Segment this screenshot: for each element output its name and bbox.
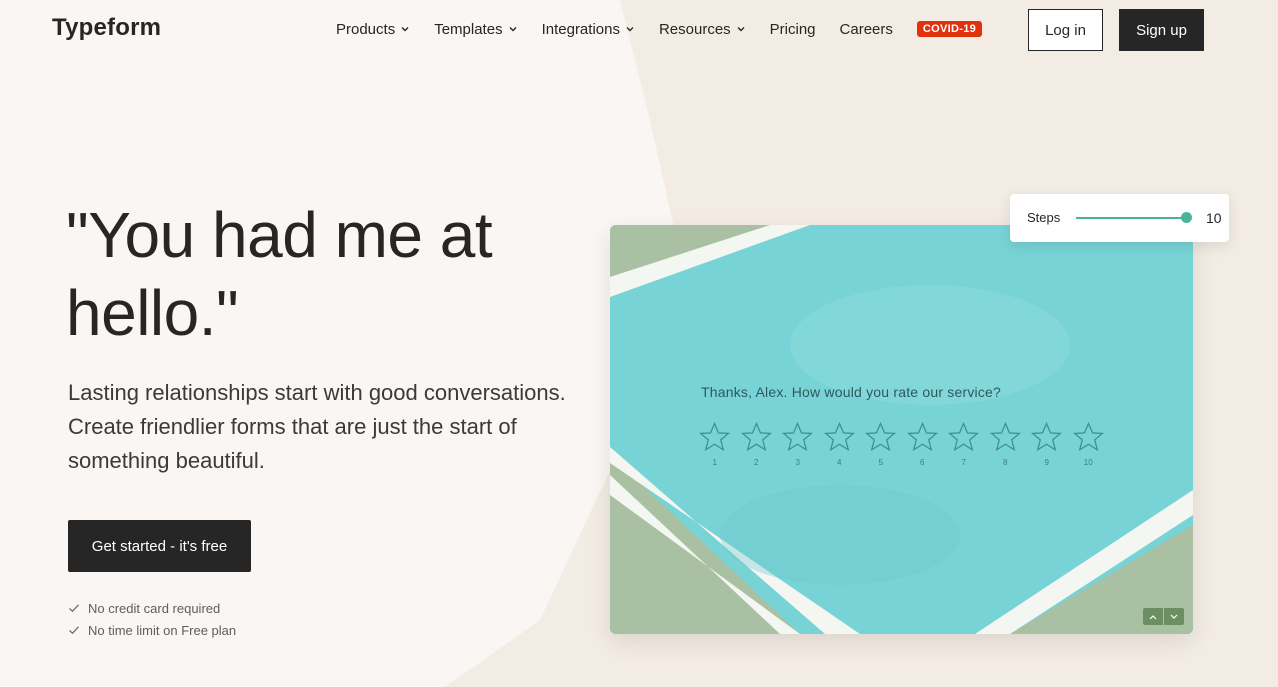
nav-label: Careers <box>839 20 893 38</box>
nav-integrations[interactable]: Integrations <box>542 21 635 38</box>
steps-slider-thumb[interactable] <box>1181 212 1192 223</box>
hero-headline: "You had me at hello." <box>66 199 493 349</box>
star-option[interactable]: 6 <box>905 420 941 467</box>
steps-widget: Steps 10 <box>1010 194 1229 242</box>
arrow-up-icon <box>1149 614 1157 619</box>
star-outline-icon <box>1072 421 1104 452</box>
star-outline-icon <box>906 421 938 452</box>
steps-slider-track[interactable] <box>1076 217 1188 219</box>
steps-value: 10 <box>1206 210 1222 226</box>
star-number: 3 <box>795 458 800 467</box>
check-icon <box>69 626 79 635</box>
star-option[interactable]: 9 <box>1029 420 1065 467</box>
nav-label: Integrations <box>541 20 620 38</box>
covid-badge[interactable]: COVID-19 <box>916 21 983 37</box>
nav-templates[interactable]: Templates <box>434 21 517 38</box>
form-question: Thanks, Alex. How would you rate our ser… <box>701 384 1002 400</box>
chevron-down-icon <box>626 27 634 32</box>
next-question-button[interactable] <box>1164 608 1184 625</box>
star-number: 1 <box>712 458 717 467</box>
login-button[interactable]: Log in <box>1028 9 1103 51</box>
star-outline-icon <box>865 421 897 452</box>
nav-label: Templates <box>434 20 503 38</box>
nav-pricing[interactable]: Pricing <box>770 21 816 38</box>
star-outline-icon <box>782 421 814 452</box>
signup-button[interactable]: Sign up <box>1119 9 1204 51</box>
star-rating: 1 2 3 4 5 6 7 8 9 10 <box>697 420 1106 467</box>
steps-label: Steps <box>1027 210 1061 225</box>
nav-products[interactable]: Products <box>336 21 410 38</box>
star-number: 2 <box>754 458 759 467</box>
form-preview: Thanks, Alex. How would you rate our ser… <box>610 225 1193 634</box>
hero-subtext: Lasting relationships start with good co… <box>68 380 566 473</box>
nav-label: Pricing <box>769 20 816 38</box>
logo[interactable]: Typeform <box>52 14 161 42</box>
check-icon <box>69 604 79 613</box>
nav-label: Products <box>336 20 396 38</box>
get-started-button[interactable]: Get started - it's free <box>68 520 251 572</box>
star-number: 10 <box>1083 458 1093 467</box>
nav-label: Resources <box>658 20 731 38</box>
form-nav-arrows <box>1143 608 1184 625</box>
check-label: No time limit on Free plan <box>88 622 237 638</box>
main-nav: Products Templates Integrations Resource… <box>336 19 983 39</box>
star-option[interactable]: 8 <box>988 420 1024 467</box>
chevron-down-icon <box>401 27 409 32</box>
check-item: No time limit on Free plan <box>68 619 236 641</box>
star-option[interactable]: 1 <box>697 420 733 467</box>
star-number: 7 <box>961 458 966 467</box>
star-number: 4 <box>837 458 842 467</box>
star-option[interactable]: 5 <box>863 420 899 467</box>
feature-checklist: No credit card required No time limit on… <box>68 597 236 641</box>
nav-careers[interactable]: Careers <box>840 21 893 38</box>
arrow-down-icon <box>1170 614 1178 619</box>
star-outline-icon <box>1031 421 1063 452</box>
star-option[interactable]: 7 <box>946 420 982 467</box>
star-outline-icon <box>740 421 772 452</box>
check-item: No credit card required <box>68 597 236 619</box>
star-number: 5 <box>878 458 883 467</box>
chevron-down-icon <box>509 27 517 32</box>
chevron-down-icon <box>737 27 745 32</box>
star-outline-icon <box>948 421 980 452</box>
star-outline-icon <box>699 421 731 452</box>
star-option[interactable]: 10 <box>1071 420 1107 467</box>
star-outline-icon <box>823 421 855 452</box>
star-option[interactable]: 3 <box>780 420 816 467</box>
star-number: 8 <box>1003 458 1008 467</box>
nav-resources[interactable]: Resources <box>659 21 746 38</box>
star-option[interactable]: 4 <box>822 420 858 467</box>
previous-question-button[interactable] <box>1143 608 1163 625</box>
check-label: No credit card required <box>88 600 221 616</box>
star-option[interactable]: 2 <box>739 420 775 467</box>
star-number: 9 <box>1044 458 1049 467</box>
star-outline-icon <box>989 421 1021 452</box>
star-number: 6 <box>920 458 925 467</box>
